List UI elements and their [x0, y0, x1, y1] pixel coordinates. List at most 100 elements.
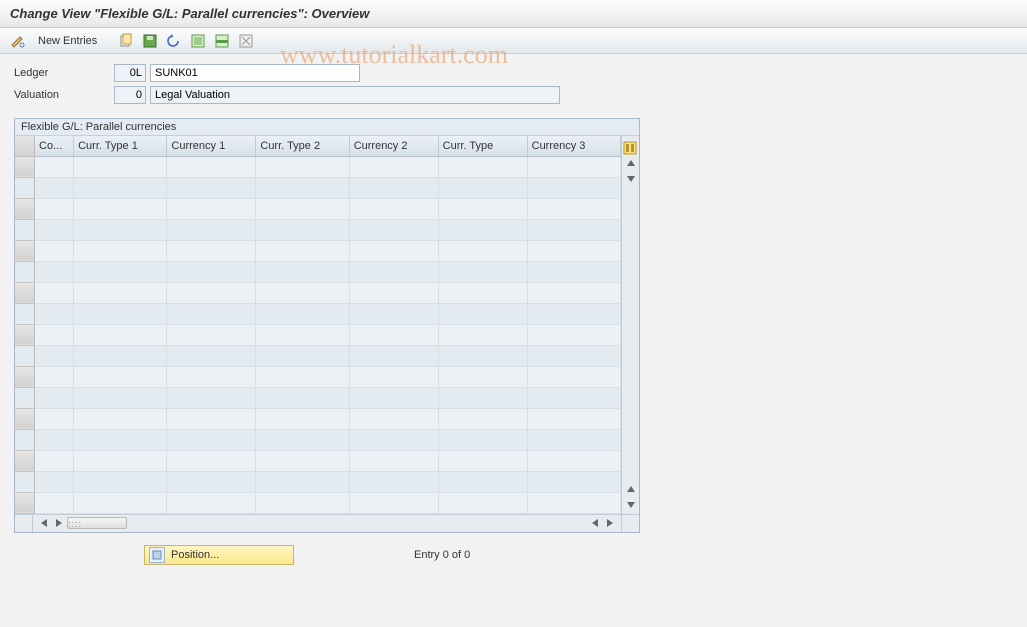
table-cell[interactable] [349, 177, 438, 198]
table-cell[interactable] [35, 387, 74, 408]
table-cell[interactable] [438, 219, 527, 240]
row-selector[interactable] [15, 324, 35, 345]
table-row[interactable] [15, 303, 621, 324]
table-cell[interactable] [527, 282, 620, 303]
col-header[interactable]: Curr. Type 2 [256, 136, 349, 156]
scroll-right-button[interactable] [52, 516, 66, 530]
table-cell[interactable] [349, 261, 438, 282]
table-cell[interactable] [35, 471, 74, 492]
table-cell[interactable] [167, 303, 256, 324]
table-cell[interactable] [349, 240, 438, 261]
table-cell[interactable] [438, 324, 527, 345]
table-cell[interactable] [167, 198, 256, 219]
table-cell[interactable] [527, 261, 620, 282]
scroll-right-button-r[interactable] [603, 516, 617, 530]
table-cell[interactable] [35, 240, 74, 261]
table-cell[interactable] [167, 492, 256, 513]
row-selector[interactable] [15, 198, 35, 219]
table-row[interactable] [15, 387, 621, 408]
row-selector[interactable] [15, 303, 35, 324]
row-selector-header[interactable] [15, 136, 35, 156]
table-cell[interactable] [349, 492, 438, 513]
table-row[interactable] [15, 471, 621, 492]
table-cell[interactable] [527, 303, 620, 324]
position-button[interactable]: Position... [144, 545, 294, 565]
table-cell[interactable] [349, 366, 438, 387]
table-cell[interactable] [349, 219, 438, 240]
table-cell[interactable] [167, 156, 256, 177]
table-cell[interactable] [438, 471, 527, 492]
table-cell[interactable] [349, 282, 438, 303]
table-cell[interactable] [35, 408, 74, 429]
row-selector[interactable] [15, 492, 35, 513]
table-cell[interactable] [74, 492, 167, 513]
table-cell[interactable] [527, 177, 620, 198]
table-cell[interactable] [438, 366, 527, 387]
table-cell[interactable] [167, 345, 256, 366]
table-cell[interactable] [35, 303, 74, 324]
table-row[interactable] [15, 492, 621, 513]
row-selector[interactable] [15, 261, 35, 282]
table-cell[interactable] [438, 387, 527, 408]
row-selector[interactable] [15, 219, 35, 240]
row-selector[interactable] [15, 240, 35, 261]
table-cell[interactable] [527, 492, 620, 513]
table-cell[interactable] [74, 324, 167, 345]
table-cell[interactable] [527, 366, 620, 387]
table-cell[interactable] [527, 450, 620, 471]
vertical-scrollbar[interactable] [621, 136, 639, 514]
table-cell[interactable] [167, 219, 256, 240]
table-cell[interactable] [349, 408, 438, 429]
hscroll-right-controls[interactable] [584, 516, 621, 530]
table-cell[interactable] [256, 366, 349, 387]
table-cell[interactable] [167, 282, 256, 303]
table-cell[interactable] [438, 177, 527, 198]
table-row[interactable] [15, 156, 621, 177]
table-cell[interactable] [349, 324, 438, 345]
table-cell[interactable] [438, 492, 527, 513]
row-selector[interactable] [15, 345, 35, 366]
table-cell[interactable] [35, 198, 74, 219]
scroll-up-button-bottom[interactable] [624, 482, 638, 496]
table-cell[interactable] [527, 219, 620, 240]
table-cell[interactable] [256, 219, 349, 240]
table-cell[interactable] [74, 240, 167, 261]
table-cell[interactable] [74, 450, 167, 471]
table-cell[interactable] [35, 324, 74, 345]
table-cell[interactable] [35, 261, 74, 282]
table-cell[interactable] [167, 450, 256, 471]
table-cell[interactable] [74, 219, 167, 240]
table-cell[interactable] [527, 198, 620, 219]
row-selector[interactable] [15, 471, 35, 492]
select-block-button[interactable] [212, 31, 232, 51]
toggle-detail-button[interactable] [8, 31, 28, 51]
table-cell[interactable] [35, 345, 74, 366]
table-row[interactable] [15, 450, 621, 471]
table-cell[interactable] [438, 282, 527, 303]
table-cell[interactable] [256, 345, 349, 366]
row-selector[interactable] [15, 366, 35, 387]
copy-button[interactable] [116, 31, 136, 51]
hscroll-left-controls[interactable]: :::: [33, 516, 131, 530]
table-cell[interactable] [256, 408, 349, 429]
table-cell[interactable] [256, 387, 349, 408]
table-cell[interactable] [527, 156, 620, 177]
table-cell[interactable] [74, 198, 167, 219]
table-cell[interactable] [74, 408, 167, 429]
table-cell[interactable] [35, 366, 74, 387]
table-cell[interactable] [167, 408, 256, 429]
table-cell[interactable] [438, 240, 527, 261]
table-cell[interactable] [527, 408, 620, 429]
table-cell[interactable] [438, 450, 527, 471]
table-cell[interactable] [74, 177, 167, 198]
table-cell[interactable] [349, 471, 438, 492]
row-selector[interactable] [15, 156, 35, 177]
scroll-left-button[interactable] [37, 516, 51, 530]
table-cell[interactable] [74, 156, 167, 177]
table-row[interactable] [15, 408, 621, 429]
table-cell[interactable] [167, 324, 256, 345]
table-row[interactable] [15, 198, 621, 219]
table-cell[interactable] [167, 177, 256, 198]
new-entries-button[interactable]: New Entries [32, 31, 103, 51]
scroll-left-button-r[interactable] [588, 516, 602, 530]
